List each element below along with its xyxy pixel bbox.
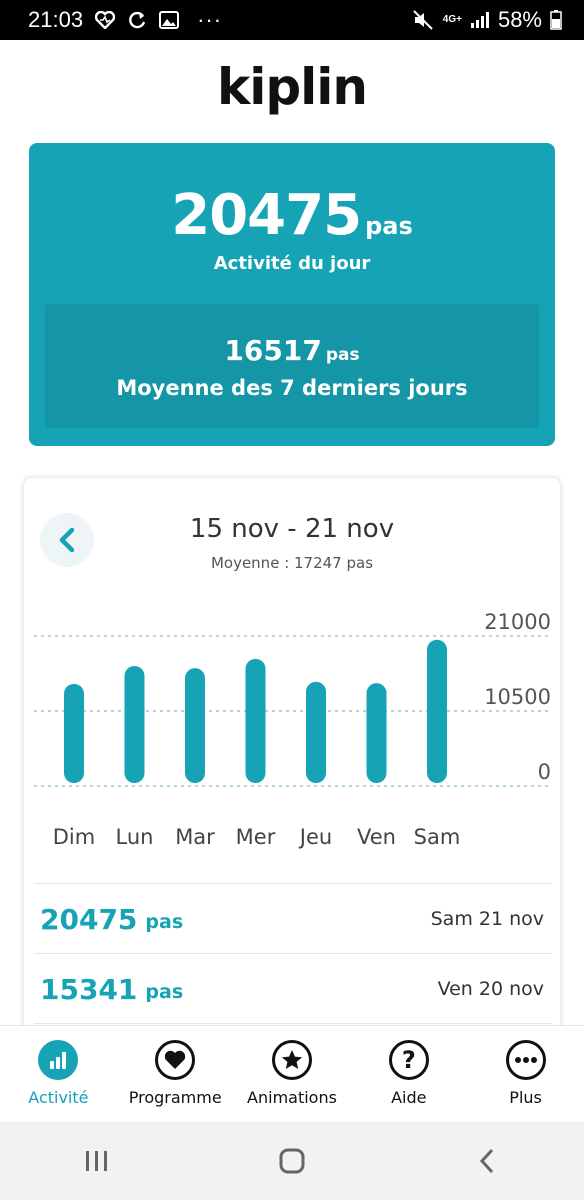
- nav-programme[interactable]: Programme: [117, 1026, 234, 1122]
- bar-mar[interactable]: [185, 668, 205, 783]
- entry-date: Sam 21 nov: [430, 908, 544, 930]
- nav-label: Animations: [247, 1088, 337, 1107]
- recent-apps-button[interactable]: [67, 1141, 127, 1181]
- y-tick-label: 0: [538, 760, 551, 784]
- system-navigation-bar: [0, 1122, 584, 1200]
- x-tick-label: Dim: [53, 825, 95, 849]
- back-button[interactable]: [457, 1141, 517, 1181]
- entry-steps-value: 15341: [40, 972, 138, 1006]
- question-icon: ?: [388, 1040, 429, 1080]
- today-activity-card: 20475 pas Activité du jour 16517 pas Moyen…: [29, 143, 555, 446]
- more-notifications-icon: ···: [197, 7, 223, 32]
- average-steps: 16517 pas: [45, 334, 539, 367]
- x-tick-label: Ven: [357, 825, 396, 849]
- average-label: Moyenne des 7 derniers jours: [116, 376, 468, 400]
- x-tick-label: Mar: [175, 825, 215, 849]
- y-tick-label: 10500: [484, 685, 551, 709]
- bar-dim[interactable]: [64, 683, 84, 783]
- nav-aide[interactable]: ? Aide: [350, 1026, 467, 1122]
- week-average: Moyenne : 17247 pas: [210, 554, 374, 572]
- recent-apps-icon: [86, 1151, 108, 1171]
- entry-steps-value: 20475: [40, 902, 138, 936]
- battery-percent: 58%: [497, 7, 542, 32]
- nav-label: Aide: [391, 1088, 427, 1107]
- x-tick-label: Jeu: [298, 825, 332, 849]
- today-steps-unit: pas: [365, 212, 413, 240]
- weekly-activity-card: 15 nov - 21 nov Moyenne : 17247 pas 2100…: [24, 478, 560, 1078]
- entry-date: Ven 20 nov: [437, 978, 544, 1000]
- today-steps: 20475 pas: [29, 183, 555, 248]
- home-icon: [279, 1148, 305, 1174]
- status-time: 21:03: [28, 7, 84, 32]
- signal-icon: [470, 11, 490, 29]
- mute-icon: [413, 10, 435, 30]
- health-icon: [95, 11, 116, 29]
- entry-steps-unit: pas: [145, 981, 184, 1003]
- battery-icon: [550, 10, 562, 30]
- x-tick-label: Sam: [414, 825, 461, 849]
- today-steps-value: 20475: [171, 183, 362, 248]
- average-steps-value: 16517: [224, 334, 322, 367]
- week-range-title: 15 nov - 21 nov: [189, 514, 395, 544]
- network-type-icon: 4G+: [442, 14, 462, 25]
- bar-ven[interactable]: [366, 683, 387, 783]
- sync-icon: [127, 10, 147, 30]
- x-tick-label: Lun: [116, 825, 154, 849]
- y-tick-label: 21000: [484, 610, 551, 634]
- nav-activite[interactable]: Activité: [0, 1026, 117, 1122]
- bar-lun[interactable]: [124, 666, 145, 783]
- average-steps-unit: pas: [325, 345, 360, 365]
- nav-label: Programme: [128, 1088, 222, 1107]
- weekly-steps-chart: 21000 10500 0 Dim Lun Mar Mer Jeu Ven Sam: [34, 610, 551, 849]
- bar-chart-icon: [38, 1040, 79, 1080]
- bar-mer[interactable]: [245, 658, 266, 783]
- more-icon: [505, 1040, 546, 1080]
- nav-animations[interactable]: Animations: [234, 1026, 351, 1122]
- divider: [34, 883, 552, 884]
- x-tick-label: Mer: [236, 825, 276, 849]
- today-activity-label: Activité du jour: [213, 253, 371, 274]
- nav-label: Activité: [28, 1088, 89, 1107]
- heart-icon: [155, 1040, 196, 1080]
- home-button[interactable]: [262, 1141, 322, 1181]
- divider: [34, 1023, 552, 1024]
- bottom-navigation: Activité Programme Animations ? Aide Plu…: [0, 1025, 584, 1122]
- bar-sam[interactable]: [427, 639, 447, 783]
- back-icon: [479, 1148, 493, 1174]
- bar-jeu[interactable]: [306, 681, 326, 783]
- nav-label: Plus: [509, 1088, 542, 1107]
- divider: [34, 953, 552, 954]
- nav-plus[interactable]: Plus: [467, 1026, 584, 1122]
- status-bar: 21:03 ··· 4G+ 58%: [0, 0, 584, 40]
- day-entry[interactable]: 15341 pas Ven 20 nov: [40, 969, 544, 1009]
- seven-day-average-box: 16517 pas Moyenne des 7 derniers jours: [45, 304, 539, 428]
- star-icon: [271, 1040, 312, 1080]
- day-entry[interactable]: 20475 pas Sam 21 nov: [40, 899, 544, 939]
- app-logo: kiplin: [216, 58, 368, 116]
- image-icon: [159, 11, 180, 29]
- entry-steps-unit: pas: [145, 911, 184, 933]
